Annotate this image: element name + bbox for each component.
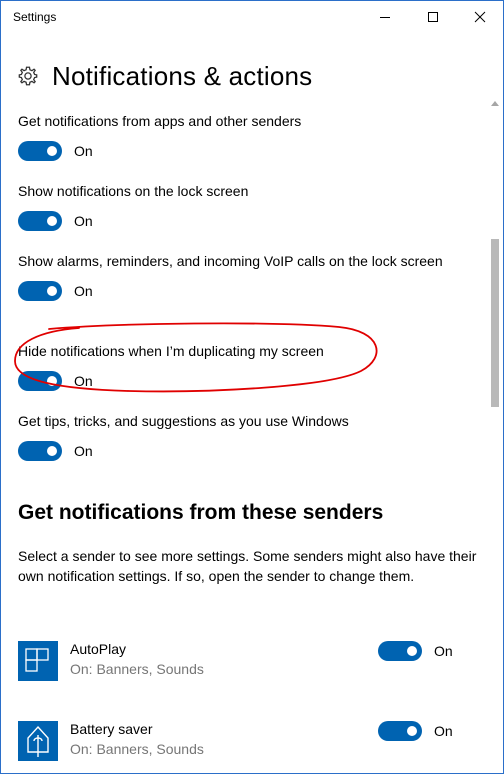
scroll-thumb[interactable] xyxy=(491,239,499,407)
close-icon xyxy=(474,11,486,23)
sender-autoplay[interactable]: AutoPlay On: Banners, Sounds On xyxy=(18,641,478,685)
toggle-knob xyxy=(47,376,57,386)
toggle-knob xyxy=(407,646,417,656)
lock-screen-notifications-toggle[interactable] xyxy=(18,211,62,231)
tips-tricks-toggle[interactable] xyxy=(18,441,62,461)
window-title: Settings xyxy=(13,10,57,24)
toggle-state: On xyxy=(74,443,93,459)
sender-name: AutoPlay xyxy=(70,641,127,657)
toggle-knob xyxy=(47,216,57,226)
page-title: Notifications & actions xyxy=(52,60,313,91)
app-notifications-toggle[interactable] xyxy=(18,141,62,161)
setting-lock-screen-notifications: Show notifications on the lock screen On xyxy=(18,181,448,231)
minimize-icon xyxy=(380,17,390,18)
scroll-up-icon[interactable] xyxy=(491,101,499,106)
battery-saver-toggle[interactable] xyxy=(378,721,422,741)
toggle-knob xyxy=(47,286,57,296)
toggle-state: On xyxy=(74,373,93,389)
settings-window: Settings Notifications & actions Get not… xyxy=(0,0,504,774)
autoplay-icon xyxy=(18,641,58,681)
toggle-state: On xyxy=(434,723,453,739)
vertical-scrollbar[interactable] xyxy=(489,99,501,773)
alarms-lock-screen-toggle[interactable] xyxy=(18,281,62,301)
title-bar[interactable]: Settings xyxy=(1,1,503,33)
sender-detail: On: Banners, Sounds xyxy=(70,661,204,677)
setting-label: Hide notifications when I’m duplicating … xyxy=(18,343,324,359)
toggle-state: On xyxy=(74,213,93,229)
toggle-state: On xyxy=(74,143,93,159)
setting-label: Get notifications from apps and other se… xyxy=(18,113,302,129)
minimize-button[interactable] xyxy=(362,1,408,33)
setting-alarms-lock-screen: Show alarms, reminders, and incoming VoI… xyxy=(18,251,448,301)
hide-when-duplicating-toggle[interactable] xyxy=(18,371,62,391)
toggle-knob xyxy=(47,146,57,156)
maximize-button[interactable] xyxy=(410,1,456,33)
setting-hide-when-duplicating: Hide notifications when I’m duplicating … xyxy=(18,341,448,391)
senders-section-description: Select a sender to see more settings. So… xyxy=(18,548,477,584)
sender-detail: On: Banners, Sounds xyxy=(70,741,204,757)
battery-saver-icon xyxy=(18,721,58,761)
toggle-state: On xyxy=(434,643,453,659)
setting-label: Get tips, tricks, and suggestions as you… xyxy=(18,413,349,429)
gear-icon xyxy=(18,66,38,86)
page-header: Notifications & actions xyxy=(17,59,312,93)
sender-name: Battery saver xyxy=(70,721,153,737)
setting-label: Show notifications on the lock screen xyxy=(18,183,249,199)
toggle-knob xyxy=(47,446,57,456)
sender-battery-saver[interactable]: Battery saver On: Banners, Sounds On xyxy=(18,721,478,765)
setting-tips-tricks: Get tips, tricks, and suggestions as you… xyxy=(18,411,448,461)
close-button[interactable] xyxy=(457,1,503,33)
setting-label: Show alarms, reminders, and incoming VoI… xyxy=(18,253,443,269)
senders-section-title: Get notifications from these senders xyxy=(18,501,384,524)
toggle-state: On xyxy=(74,283,93,299)
maximize-icon xyxy=(428,12,438,22)
toggle-knob xyxy=(407,726,417,736)
setting-app-notifications: Get notifications from apps and other se… xyxy=(18,111,448,161)
autoplay-toggle[interactable] xyxy=(378,641,422,661)
